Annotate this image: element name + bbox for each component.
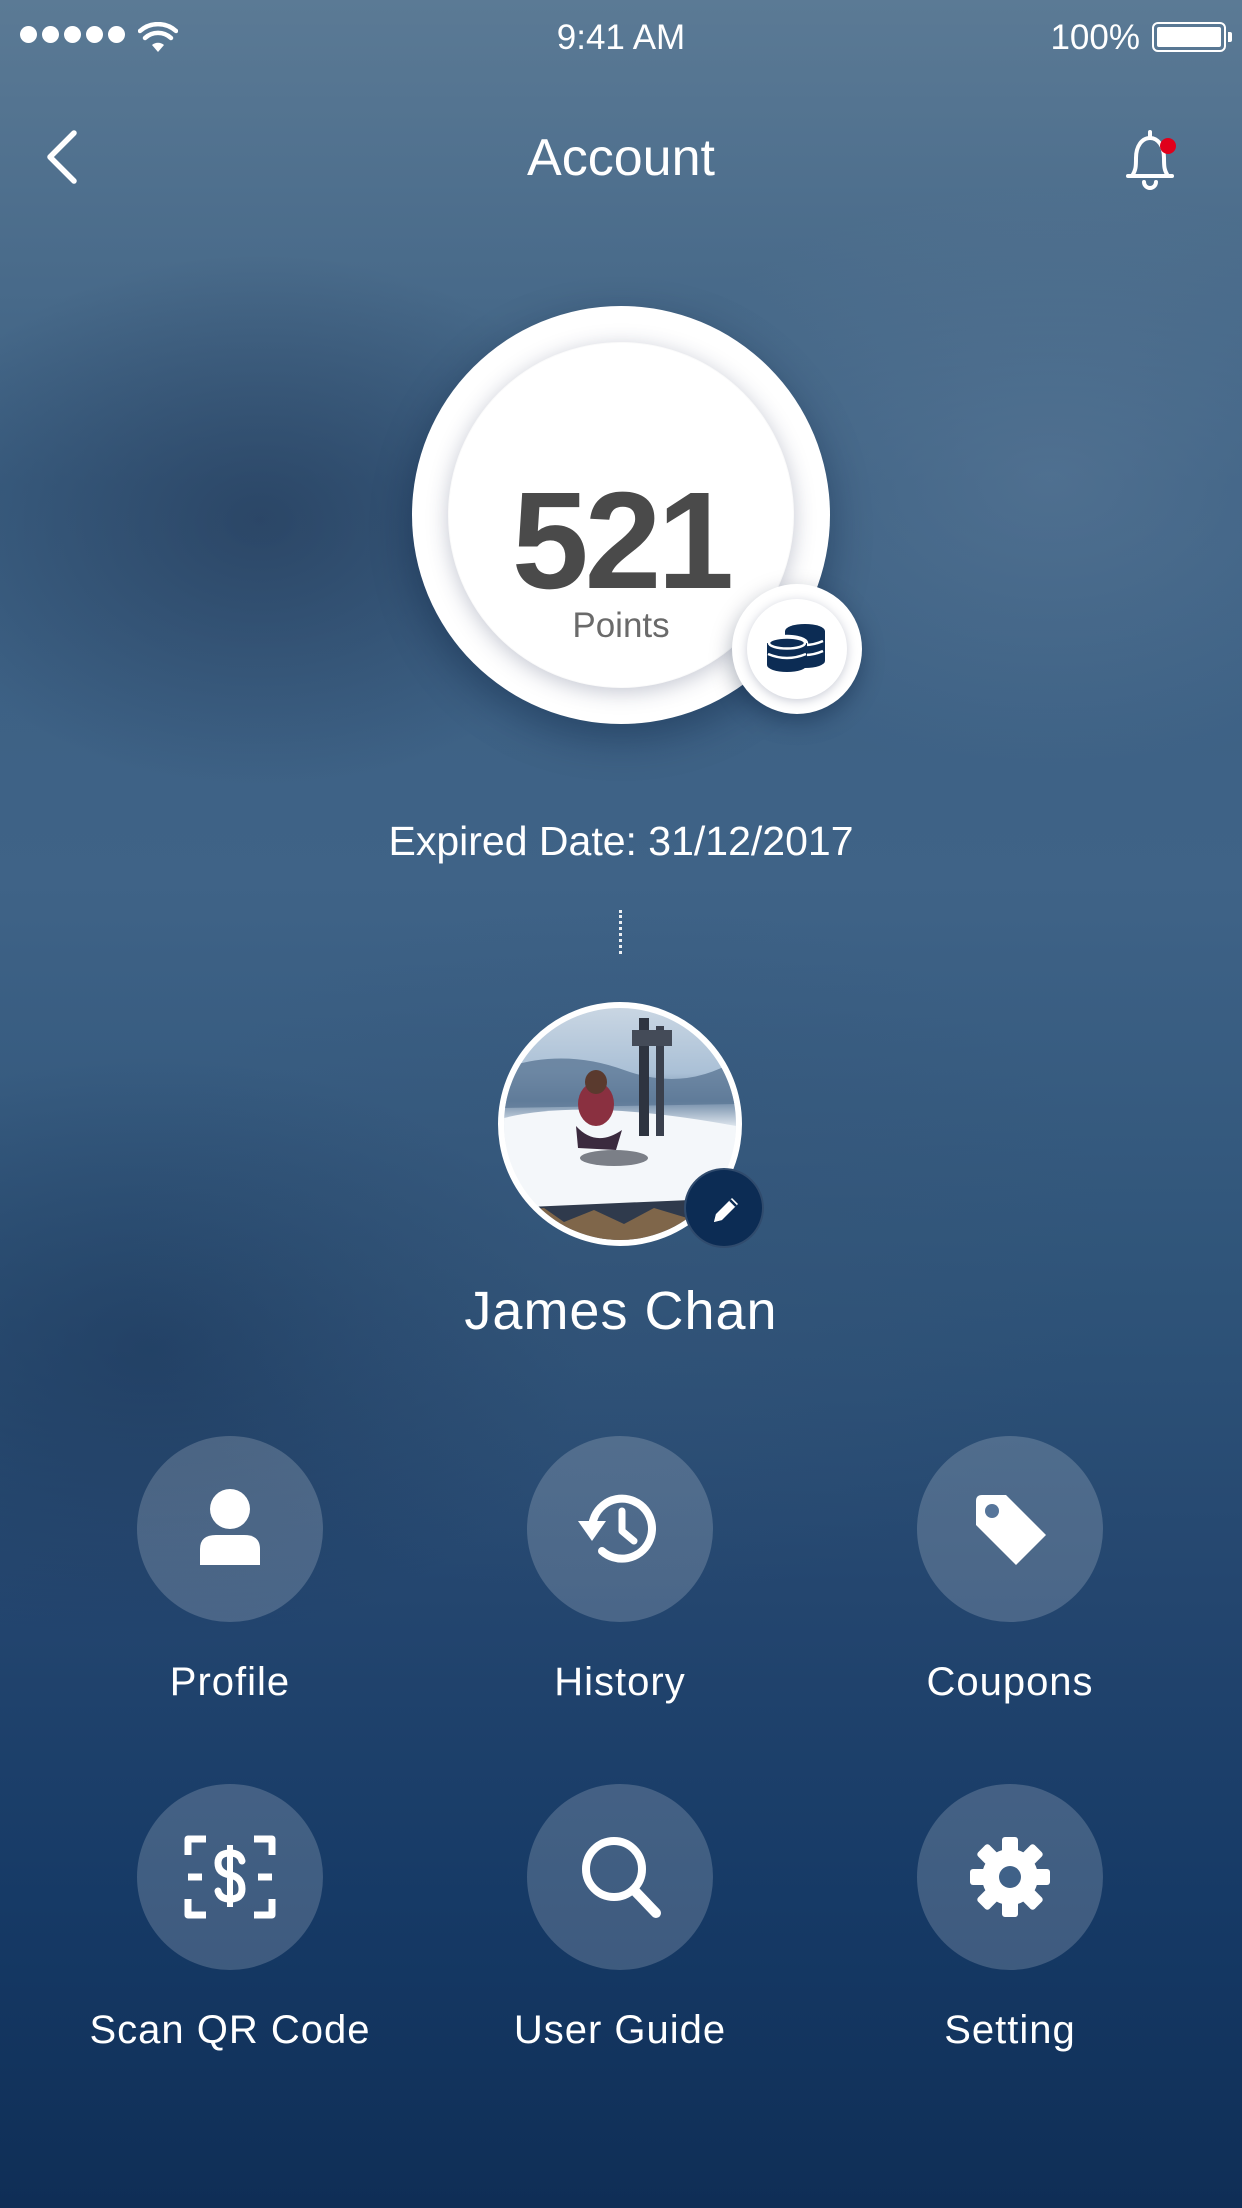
- coupons-button[interactable]: [917, 1436, 1103, 1622]
- user-icon: [200, 1489, 260, 1565]
- menu-label-user-guide: User Guide: [513, 2008, 727, 2052]
- coins-stack-icon: [765, 624, 825, 672]
- edit-avatar-button[interactable]: [684, 1168, 764, 1248]
- search-icon: [582, 1837, 661, 1918]
- menu-label-coupons: Coupons: [926, 1660, 1094, 1704]
- status-bar: 9:41 AM 100%: [0, 0, 1242, 74]
- notification-dot: [1160, 138, 1176, 154]
- setting-button[interactable]: [917, 1784, 1103, 1970]
- points-coin-badge[interactable]: [732, 584, 862, 714]
- page-title: Account: [527, 129, 715, 187]
- pencil-icon: [714, 1198, 738, 1222]
- menu-label-setting: Setting: [944, 2008, 1076, 2052]
- menu-label-history: History: [554, 1660, 686, 1704]
- history-icon: [578, 1494, 656, 1563]
- user-name: James Chan: [464, 1281, 778, 1341]
- battery-icon: [1152, 22, 1232, 52]
- dotted-divider: [619, 910, 623, 954]
- menu-item-profile[interactable]: Profile: [50, 1436, 410, 1736]
- menu-label-profile: Profile: [169, 1660, 291, 1704]
- gear-icon: [970, 1837, 1050, 1917]
- menu-label-scan-qr: Scan QR Code: [89, 2008, 371, 2052]
- menu-item-user-guide[interactable]: User Guide: [440, 1784, 800, 2084]
- menu-item-scan-qr[interactable]: Scan QR Code: [50, 1784, 410, 2084]
- expired-date: Expired Date: 31/12/2017: [388, 818, 854, 864]
- tag-icon: [976, 1495, 1046, 1565]
- bell-icon[interactable]: [1120, 126, 1184, 194]
- points-value: 521: [511, 464, 734, 618]
- menu-item-coupons[interactable]: Coupons: [830, 1436, 1190, 1736]
- scan-dollar-icon: [184, 1835, 276, 1919]
- menu-item-setting[interactable]: Setting: [830, 1784, 1190, 2084]
- history-button[interactable]: [527, 1436, 713, 1622]
- user-guide-button[interactable]: [527, 1784, 713, 1970]
- menu-item-history[interactable]: History: [440, 1436, 800, 1736]
- scan-qr-button[interactable]: [137, 1784, 323, 1970]
- battery-percentage: 100%: [1050, 18, 1140, 57]
- profile-button[interactable]: [137, 1436, 323, 1622]
